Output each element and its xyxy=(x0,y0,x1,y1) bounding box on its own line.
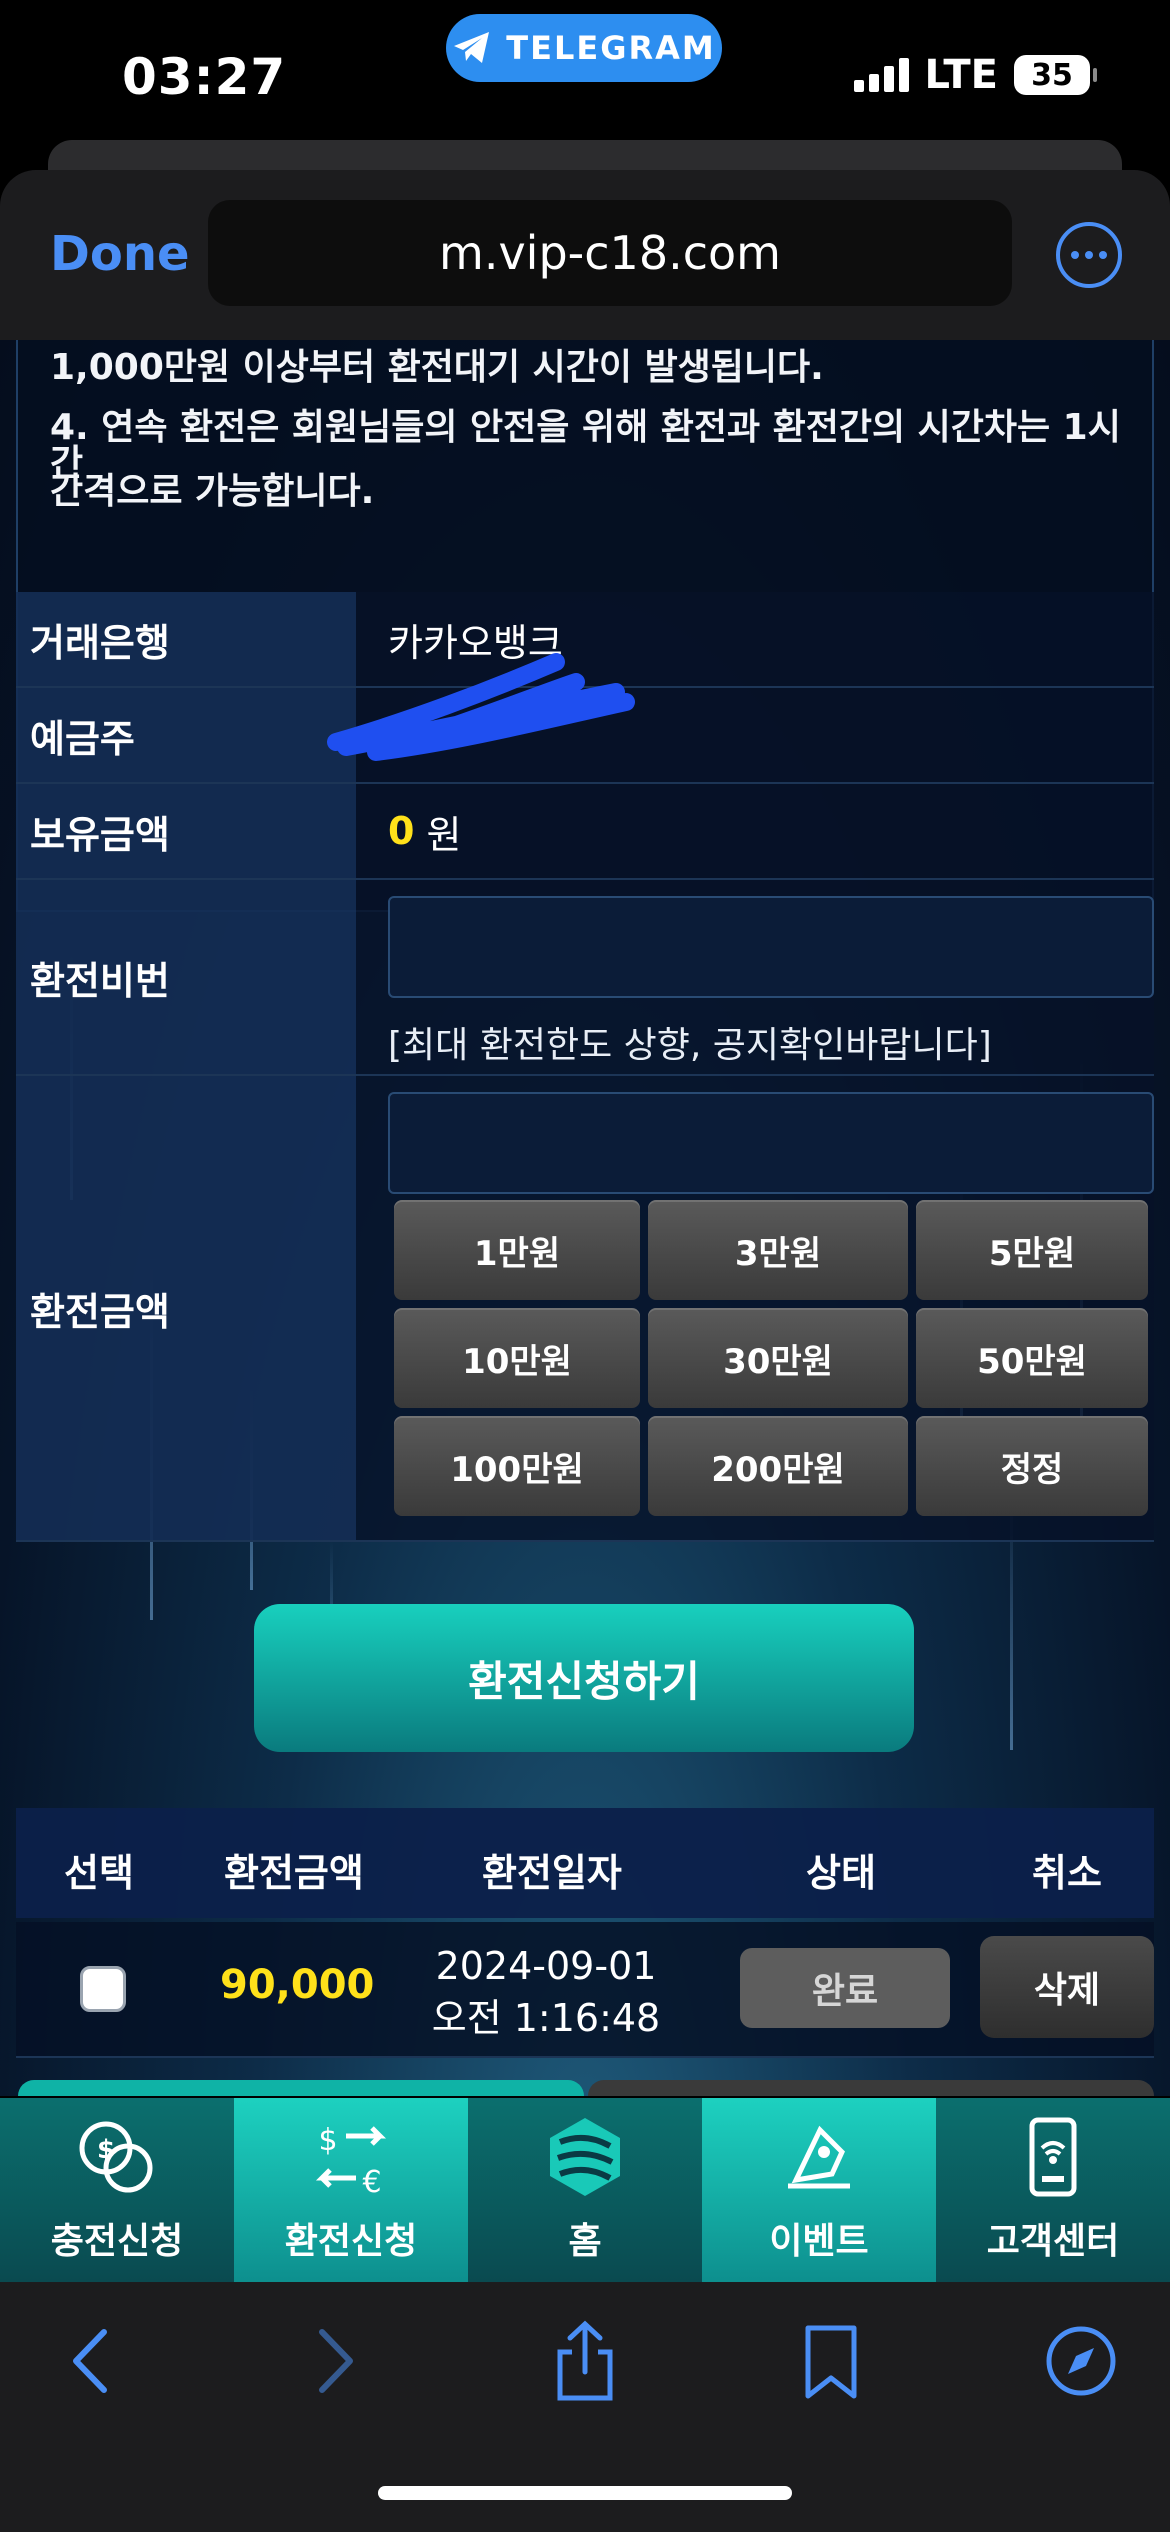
amount-button-3[interactable]: 3만원 xyxy=(648,1200,908,1300)
url-field[interactable]: m.vip-c18.com xyxy=(208,200,1012,306)
password-hint: [최대 환전한도 상향, 공지확인바랍니다] xyxy=(388,1025,992,1066)
row-date-day: 2024-09-01 xyxy=(435,1944,657,1988)
status-badge: 완료 xyxy=(740,1948,950,2028)
tab-event[interactable]: 이벤트 xyxy=(702,2098,936,2282)
coins-icon: $ xyxy=(79,2121,153,2193)
password-cell: [최대 환전한도 상향, 공지확인바랍니다] xyxy=(356,880,1154,1074)
row-date-time: 오전 1:16:48 xyxy=(431,1996,661,2040)
partial-button-left[interactable] xyxy=(18,2080,584,2096)
clock: 03:27 xyxy=(122,48,287,106)
done-button[interactable]: Done xyxy=(50,226,190,282)
balance-label: 보유금액 xyxy=(16,784,356,878)
bookmarks-icon[interactable] xyxy=(786,2316,876,2406)
password-input[interactable] xyxy=(388,896,1154,998)
exchange-icon: $€ xyxy=(315,2123,387,2200)
browser-nav-bar: Done m.vip-c18.com xyxy=(0,170,1170,340)
svg-text:$: $ xyxy=(97,2135,115,2165)
home-indicator xyxy=(378,2486,792,2500)
tab-label: 충전신청 xyxy=(50,2221,184,2262)
phone-support-icon xyxy=(1029,2117,1077,2197)
amount-button-50[interactable]: 50만원 xyxy=(916,1308,1148,1408)
tab-label: 고객센터 xyxy=(986,2221,1120,2262)
signal-icon xyxy=(853,58,909,92)
table-row: 90,000 2024-09-01 오전 1:16:48 완료 삭제 xyxy=(16,1922,1154,2058)
battery-icon: 35 xyxy=(1014,55,1097,95)
telegram-icon xyxy=(454,32,490,63)
tab-label: 이벤트 xyxy=(769,2221,869,2262)
forward-icon[interactable] xyxy=(290,2316,380,2406)
more-options-icon[interactable] xyxy=(1056,222,1122,288)
gift-icon xyxy=(788,2125,850,2189)
amount-button-5[interactable]: 5만원 xyxy=(916,1200,1148,1300)
holder-value xyxy=(327,653,1154,782)
withdrawal-form: 거래은행 카카오뱅크 예금주 보유금액 0 원 환전비번 [최대 환전한도 상향… xyxy=(16,592,1154,1542)
amount-cell: 1만원 3만원 5만원 10만원 30만원 50만원 100만원 200만원 정… xyxy=(356,1076,1154,1540)
svg-text:€: € xyxy=(362,2165,381,2200)
row-date: 2024-09-01 오전 1:16:48 xyxy=(416,1940,676,2044)
status-bar: 03:27 TELEGRAM LTE 35 xyxy=(0,0,1170,150)
back-icon[interactable] xyxy=(46,2316,136,2406)
balance-row: 보유금액 0 원 xyxy=(16,784,1154,880)
notice-line: 간격으로 가능합니다. xyxy=(50,471,375,512)
submit-withdrawal-button[interactable]: 환전신청하기 xyxy=(254,1604,914,1752)
tab-withdraw[interactable]: $ € 환전신청 xyxy=(234,2098,468,2282)
amount-button-200[interactable]: 200만원 xyxy=(648,1416,908,1516)
compass-icon[interactable] xyxy=(1036,2316,1126,2406)
amount-input[interactable] xyxy=(388,1092,1154,1194)
holder-row: 예금주 xyxy=(16,653,1154,784)
header-cancel: 취소 xyxy=(1032,1851,1102,1895)
history-header: 선택 환전금액 환전일자 상태 취소 xyxy=(16,1808,1154,1918)
bank-label: 거래은행 xyxy=(16,592,356,686)
amount-label: 환전금액 xyxy=(16,1076,356,1540)
header-select: 선택 xyxy=(64,1851,134,1895)
amount-reset-button[interactable]: 정정 xyxy=(916,1416,1148,1516)
amount-button-1[interactable]: 1만원 xyxy=(394,1200,640,1300)
delete-button[interactable]: 삭제 xyxy=(980,1936,1154,2038)
share-icon[interactable] xyxy=(540,2316,630,2406)
password-row: 환전비번 [최대 환전한도 상향, 공지확인바랍니다] xyxy=(16,880,1154,1076)
redaction-scribble xyxy=(327,653,635,761)
telegram-pill[interactable]: TELEGRAM xyxy=(446,14,722,82)
tab-home[interactable]: 홈 xyxy=(468,2098,702,2282)
amount-button-10[interactable]: 10만원 xyxy=(394,1308,640,1408)
tab-deposit[interactable]: $ 충전신청 xyxy=(0,2098,234,2282)
notice-line: 1,000만원 이상부터 환전대기 시간이 발생됩니다. xyxy=(50,347,824,388)
svg-text:$: $ xyxy=(318,2123,337,2158)
logo-icon xyxy=(550,2118,620,2196)
header-amount: 환전금액 xyxy=(224,1851,364,1895)
tab-label: 환전신청 xyxy=(284,2221,418,2262)
amount-button-100[interactable]: 100만원 xyxy=(394,1416,640,1516)
row-checkbox[interactable] xyxy=(80,1966,126,2012)
web-content: 1,000만원 이상부터 환전대기 시간이 발생됩니다. 4. 연속 환전은 회… xyxy=(0,340,1170,2096)
balance-value: 0 원 xyxy=(356,784,1154,878)
password-label: 환전비번 xyxy=(16,880,356,1074)
status-indicators: LTE 35 xyxy=(853,52,1097,98)
site-tab-bar: $ 충전신청 $ € 환전신청 홈 이벤트 고객센터 xyxy=(0,2098,1170,2282)
header-status: 상태 xyxy=(806,1851,876,1895)
amount-row: 환전금액 1만원 3만원 5만원 10만원 30만원 50만원 100만원 20… xyxy=(16,1076,1154,1542)
partial-button-right[interactable] xyxy=(588,2080,1154,2096)
network-label: LTE xyxy=(924,52,998,98)
tab-support[interactable]: 고객센터 xyxy=(936,2098,1170,2282)
row-amount: 90,000 xyxy=(220,1962,375,2008)
amount-button-30[interactable]: 30만원 xyxy=(648,1308,908,1408)
tab-label: 홈 xyxy=(568,2221,602,2262)
telegram-label: TELEGRAM xyxy=(506,29,716,67)
balance-amount: 0 xyxy=(388,809,415,853)
holder-label: 예금주 xyxy=(16,688,356,782)
header-date: 환전일자 xyxy=(482,1851,622,1895)
balance-unit: 원 xyxy=(426,812,462,857)
